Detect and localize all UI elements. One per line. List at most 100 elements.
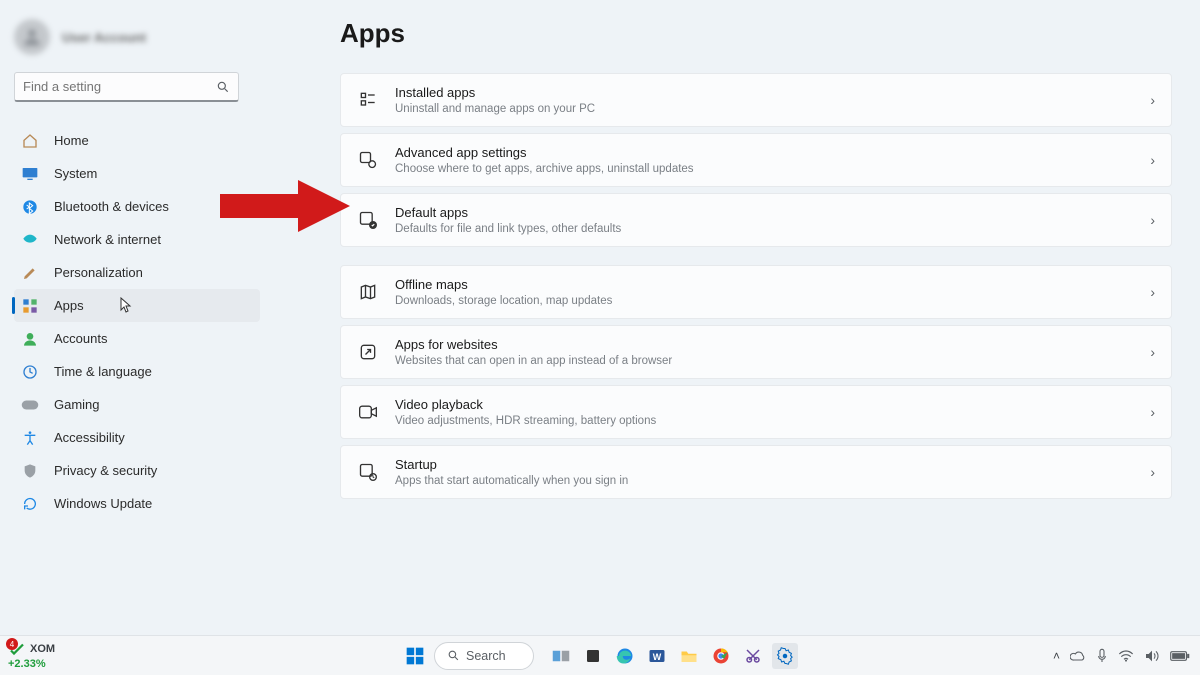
nav-label: Accounts [54, 331, 107, 346]
card-subtitle: Apps that start automatically when you s… [395, 474, 628, 488]
notification-badge: 4 [6, 638, 18, 650]
nav-windows-update[interactable]: Windows Update [14, 487, 260, 520]
accessibility-icon [20, 430, 40, 446]
avatar [14, 19, 50, 55]
chevron-right-icon: › [1150, 152, 1155, 168]
taskbar-search[interactable]: Search [434, 642, 534, 670]
taskbar-tray[interactable]: ˄ [1053, 648, 1190, 664]
taskbar-search-label: Search [466, 649, 506, 663]
card-startup[interactable]: Startup Apps that start automatically wh… [340, 445, 1172, 499]
stock-badge-icon: 4 [8, 640, 26, 658]
time-language-icon [20, 364, 40, 380]
card-title: Startup [395, 457, 628, 473]
startup-icon [357, 461, 379, 483]
card-installed-apps[interactable]: Installed apps Uninstall and manage apps… [340, 73, 1172, 127]
video-playback-icon [357, 401, 379, 423]
card-subtitle: Defaults for file and link types, other … [395, 222, 621, 236]
nav-accessibility[interactable]: Accessibility [14, 421, 260, 454]
nav-privacy[interactable]: Privacy & security [14, 454, 260, 487]
main-content: Apps Installed apps Uninstall and manage… [340, 18, 1172, 505]
nav-accounts[interactable]: Accounts [14, 322, 260, 355]
nav-home[interactable]: Home [14, 124, 260, 157]
bluetooth-icon [20, 199, 40, 215]
sidebar: User Account Home System Bluetooth & dev… [0, 0, 260, 635]
offline-maps-icon [357, 281, 379, 303]
card-advanced-settings[interactable]: Advanced app settings Choose where to ge… [340, 133, 1172, 187]
card-video-playback[interactable]: Video playback Video adjustments, HDR st… [340, 385, 1172, 439]
accounts-icon [20, 331, 40, 347]
card-title: Advanced app settings [395, 145, 694, 161]
taskbar-app-file-explorer[interactable] [676, 643, 702, 669]
nav-label: System [54, 166, 97, 181]
card-title: Installed apps [395, 85, 595, 101]
svg-text:W: W [653, 651, 662, 661]
search-input[interactable] [23, 79, 216, 94]
card-title: Apps for websites [395, 337, 672, 353]
wifi-icon[interactable] [1118, 649, 1134, 663]
nav-label: Network & internet [54, 232, 161, 247]
nav-gaming[interactable]: Gaming [14, 388, 260, 421]
chevron-up-icon[interactable]: ˄ [1053, 649, 1060, 663]
nav-label: Gaming [54, 397, 100, 412]
taskbar-pinned-apps: W [548, 643, 798, 669]
chevron-right-icon: › [1150, 284, 1155, 300]
card-subtitle: Uninstall and manage apps on your PC [395, 102, 595, 116]
taskbar-app-task-view[interactable] [548, 643, 574, 669]
taskbar-app-chrome[interactable] [708, 643, 734, 669]
chevron-right-icon: › [1150, 464, 1155, 480]
nav-label: Time & language [54, 364, 152, 379]
nav-label: Bluetooth & devices [54, 199, 169, 214]
nav-apps[interactable]: Apps [14, 289, 260, 322]
card-title: Default apps [395, 205, 621, 221]
taskbar-app-settings[interactable] [772, 643, 798, 669]
stock-change: +2.33% [8, 658, 55, 671]
home-icon [20, 133, 40, 149]
card-default-apps[interactable]: Default apps Defaults for file and link … [340, 193, 1172, 247]
search-icon [216, 80, 230, 94]
nav-time-language[interactable]: Time & language [14, 355, 260, 388]
chevron-right-icon: › [1150, 344, 1155, 360]
card-subtitle: Websites that can open in an app instead… [395, 354, 672, 368]
taskbar-app-word[interactable]: W [644, 643, 670, 669]
find-setting-search[interactable] [14, 72, 239, 102]
nav-label: Windows Update [54, 496, 152, 511]
taskbar-app-snip[interactable] [740, 643, 766, 669]
privacy-icon [20, 463, 40, 479]
user-name: User Account [62, 30, 146, 45]
card-title: Video playback [395, 397, 656, 413]
card-apps-for-websites[interactable]: Apps for websites Websites that can open… [340, 325, 1172, 379]
nav-label: Home [54, 133, 89, 148]
chevron-right-icon: › [1150, 92, 1155, 108]
taskbar-app-widgets[interactable] [580, 643, 606, 669]
volume-icon[interactable] [1144, 649, 1160, 663]
nav-label: Accessibility [54, 430, 125, 445]
chevron-right-icon: › [1150, 212, 1155, 228]
start-button[interactable] [402, 643, 428, 669]
chevron-right-icon: › [1150, 404, 1155, 420]
update-icon [20, 496, 40, 512]
mic-icon[interactable] [1096, 648, 1108, 664]
nav-label: Privacy & security [54, 463, 157, 478]
apps-for-websites-icon [357, 341, 379, 363]
advanced-settings-icon [357, 149, 379, 171]
nav-personalization[interactable]: Personalization [14, 256, 260, 289]
onedrive-icon[interactable] [1070, 650, 1086, 662]
card-offline-maps[interactable]: Offline maps Downloads, storage location… [340, 265, 1172, 319]
page-title: Apps [340, 18, 1172, 49]
nav-label: Apps [54, 298, 84, 313]
taskbar-app-edge[interactable] [612, 643, 638, 669]
default-apps-icon [357, 209, 379, 231]
network-icon [20, 233, 40, 247]
battery-icon[interactable] [1170, 650, 1190, 662]
card-subtitle: Video adjustments, HDR streaming, batter… [395, 414, 656, 428]
card-subtitle: Choose where to get apps, archive apps, … [395, 162, 694, 176]
arrow-callout [220, 176, 350, 236]
stock-ticker: XOM [30, 643, 55, 656]
installed-apps-icon [357, 89, 379, 111]
system-icon [20, 167, 40, 181]
personalization-icon [20, 265, 40, 281]
taskbar-stock-widget[interactable]: 4 XOM +2.33% [8, 640, 55, 671]
gaming-icon [20, 399, 40, 411]
user-account[interactable]: User Account [14, 16, 260, 58]
apps-icon [20, 298, 40, 314]
